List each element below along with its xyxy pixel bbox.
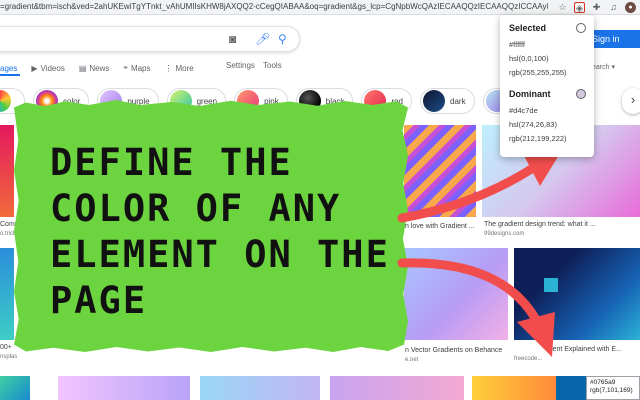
headline-line: DEFINE THE xyxy=(50,141,293,184)
search-icon[interactable]: ⚲ xyxy=(278,32,287,46)
result-caption[interactable]: n love with Gradient ... xyxy=(405,222,475,231)
chip-swatch xyxy=(0,90,11,112)
search-tabs: ages ▶ Videos ▤ News ⌖ Maps ⋮ More xyxy=(0,61,208,75)
result-source: e.net xyxy=(405,357,419,363)
map-pin-icon: ⌖ xyxy=(123,63,128,72)
color-picker-extension-icon[interactable]: ◈ xyxy=(574,2,585,13)
image-result[interactable] xyxy=(404,248,508,340)
news-icon: ▤ xyxy=(78,63,87,73)
chip-dark[interactable]: dark xyxy=(420,88,475,114)
tab-images[interactable]: ages xyxy=(0,64,17,73)
browser-toolbar-icons: ☆ ◈ ✚ ♫ ● xyxy=(557,1,636,14)
dominant-hsl[interactable]: hsl(274,26,83) xyxy=(509,120,557,129)
camera-icon[interactable]: ◙ xyxy=(229,32,236,46)
chevron-right-icon[interactable]: › xyxy=(622,88,640,114)
more-icon: ⋮ xyxy=(164,63,173,73)
address-bar[interactable]: =gradient&tbm=isch&ved=2ahUKEwiTgYTnkt_v… xyxy=(0,0,640,15)
selected-radio[interactable] xyxy=(576,23,586,33)
dominant-hex[interactable]: #d4c7de xyxy=(509,106,538,115)
selected-hex[interactable]: #ffffff xyxy=(509,40,525,49)
image-result[interactable] xyxy=(200,376,320,400)
music-icon[interactable]: ♫ xyxy=(608,2,619,13)
image-result[interactable] xyxy=(330,376,464,400)
dominant-rgb[interactable]: rgb(212,199,222) xyxy=(509,134,567,143)
tab-maps[interactable]: ⌖ Maps xyxy=(123,63,150,73)
image-result[interactable] xyxy=(514,248,640,340)
tab-news[interactable]: ▤ News xyxy=(79,64,110,73)
result-caption[interactable]: n Vector Gradients on Behance xyxy=(405,346,502,355)
tab-videos[interactable]: ▶ Videos xyxy=(31,64,64,73)
headline-line: COLOR OF ANY xyxy=(50,187,342,230)
address-url[interactable]: =gradient&tbm=isch&ved=2ahUKEwiTgYTnkt_v… xyxy=(0,2,548,12)
banner-headline: DEFINE THE COLOR OF ANY ELEMENT ON THE P… xyxy=(50,140,400,324)
selected-title: Selected xyxy=(509,23,547,33)
star-icon[interactable]: ☆ xyxy=(557,2,568,13)
result-caption[interactable]: 00+ xyxy=(0,343,12,352)
headline-line: PAGE xyxy=(50,279,148,322)
puzzle-icon[interactable]: ✚ xyxy=(591,2,602,13)
image-result[interactable] xyxy=(0,376,30,400)
selected-rgb[interactable]: rgb(255,255,255) xyxy=(509,68,567,77)
headline-line: ELEMENT ON THE xyxy=(50,233,390,276)
image-result[interactable] xyxy=(404,125,476,217)
signin-button[interactable]: Sign in xyxy=(586,30,640,48)
play-icon: ▶ xyxy=(31,63,38,73)
selected-hsl[interactable]: hsl(0,0,100) xyxy=(509,54,549,63)
avatar[interactable]: ● xyxy=(625,2,636,13)
dominant-title: Dominant xyxy=(509,89,551,99)
image-decoration xyxy=(544,278,558,292)
hover-color-swatch xyxy=(556,376,586,400)
search-input[interactable]: ◙ 🎤︎ ⚲ xyxy=(0,26,300,52)
tooltip-hex: #0765a9 xyxy=(590,379,616,386)
image-result[interactable] xyxy=(472,376,556,400)
image-result[interactable] xyxy=(58,376,190,400)
image-result[interactable] xyxy=(0,248,14,340)
hover-color-tooltip: #0765a9 rgb(7,101,169) xyxy=(586,376,640,400)
result-caption[interactable]: ient Explained with E... xyxy=(551,345,622,354)
settings-link[interactable]: Settings xyxy=(226,61,255,70)
dominant-radio[interactable] xyxy=(576,89,586,99)
tools-link[interactable]: Tools xyxy=(263,61,282,70)
result-source: freecode... xyxy=(514,356,543,362)
active-tab-underline xyxy=(0,74,20,76)
safesearch-dropdown[interactable]: earch ▾ xyxy=(592,63,615,71)
result-source: nsplas xyxy=(0,354,18,360)
result-caption[interactable]: The gradient design trend: what it ... xyxy=(484,220,596,229)
result-source: 99designs.com xyxy=(484,231,525,237)
image-result[interactable] xyxy=(0,125,14,217)
color-picker-popup: Selected #ffffff hsl(0,0,100) rgb(255,25… xyxy=(500,15,594,157)
chip-swatch xyxy=(423,90,445,112)
tooltip-rgb: rgb(7,101,169) xyxy=(590,387,633,394)
mic-icon[interactable]: 🎤︎ xyxy=(255,32,270,46)
tab-more[interactable]: ⋮ More xyxy=(165,64,194,73)
